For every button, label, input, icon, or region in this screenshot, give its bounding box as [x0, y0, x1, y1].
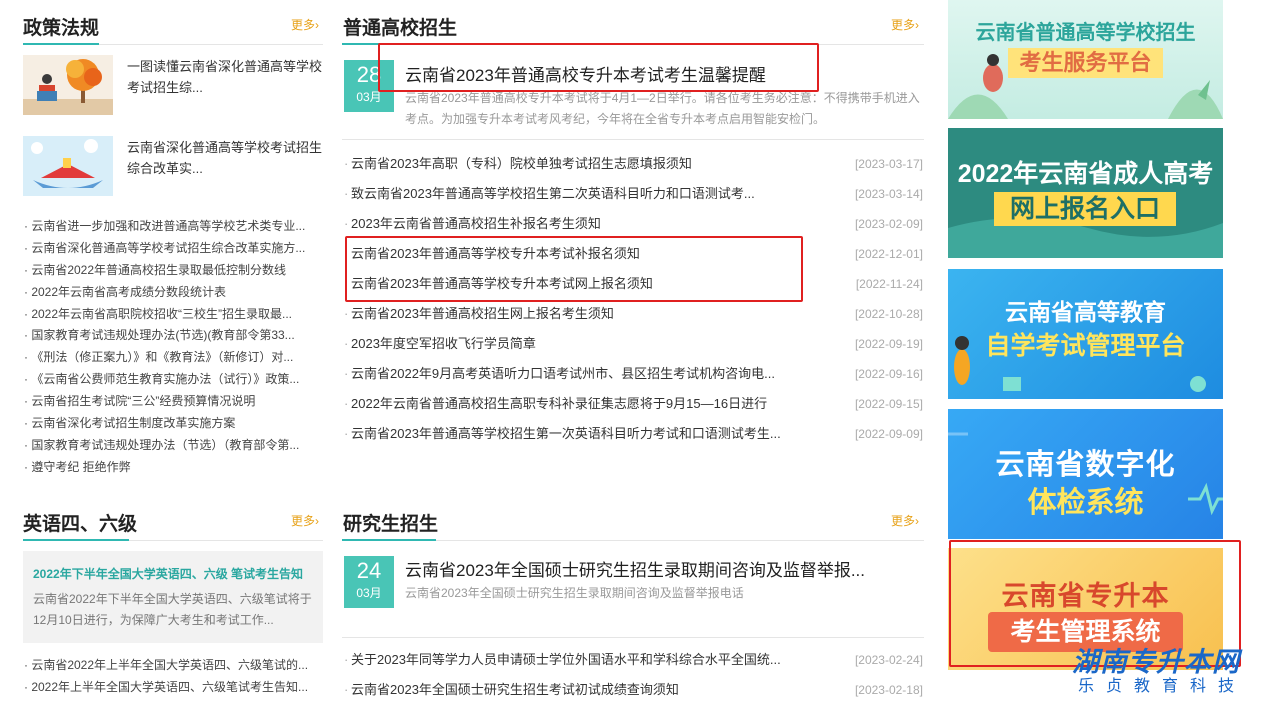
news-title[interactable]: 云南省2023年全国硕士研究生招生考试初试成绩查询须知 [351, 675, 679, 705]
news-title[interactable]: 云南省2023年普通高等学校招生第一次英语科目听力考试和口语测试考生... [351, 419, 781, 449]
banner-adult-exam[interactable]: 2022年云南省成人高考 网上报名入口 [948, 128, 1223, 258]
list-item[interactable]: · 国家教育考试违规处理办法(节选)(教育部令第33... [24, 325, 314, 347]
list-item[interactable]: · 2022年云南省高职院校招收“三校生”招生录取最... [24, 304, 314, 326]
news-title[interactable]: 2022年云南省普通高校招生高职专科补录征集志愿将于9月15—16日进行 [351, 389, 767, 419]
news-row[interactable]: · 2023年度空军招收飞行学员简章 [2022-09-19] [342, 329, 924, 359]
banner-line2: 考生服务平台 [1008, 48, 1163, 78]
banner-line1: 云南省数字化 [995, 449, 1176, 481]
list-item[interactable]: · 2022年上半年全国大学英语四、六级笔试考生告知... [24, 677, 314, 699]
top-news-headline[interactable]: 云南省2023年全国硕士研究生招生录取期间咨询及监督举报... [405, 556, 865, 581]
policy-section-title: 政策法规 [23, 18, 100, 39]
news-title[interactable]: 2023年云南省普通高校招生补报名考生须知 [351, 209, 601, 239]
feature-thumbnail[interactable] [23, 55, 113, 115]
news-date: [2022-11-24] [855, 277, 923, 291]
divider [342, 637, 924, 638]
news-row[interactable]: · 云南省2023年普通高等学校招生第一次英语科目听力考试和口语测试考生... [2… [342, 419, 924, 449]
card-summary: 云南省2022年下半年全国大学英语四、六级笔试将于12月10日进行，为保障广大考… [33, 592, 312, 627]
banner-line2: 网上报名入口 [994, 192, 1176, 226]
graduate-more-link[interactable]: 更多› [891, 512, 919, 529]
watermark-subtitle: 乐贞教育科技 [1074, 676, 1259, 700]
policy-list: · 云南省进一步加强和改进普通高等学校艺术类专业... · 云南省深化普通高等学… [24, 216, 314, 479]
news-title[interactable]: 云南省2023年普通高校招生网上报名考生须知 [351, 299, 614, 329]
banner-line1: 云南省高等教育 [1005, 299, 1166, 325]
feature-link[interactable]: 一图读懂云南省深化普通高等学校考试招生综... [127, 56, 327, 98]
banner-line1: 2022年云南省成人高考 [957, 160, 1214, 188]
news-date: [2022-09-16] [854, 367, 923, 381]
list-item[interactable]: · 云南省深化普通高等学校考试招生综合改革实施方... [24, 238, 314, 260]
accent-bar [342, 539, 436, 541]
news-date: [2023-02-24] [854, 653, 923, 667]
news-row[interactable]: · 2022年云南省普通高校招生高职专科补录征集志愿将于9月15—16日进行 [20… [342, 389, 924, 419]
english-more-link[interactable]: 更多› [291, 512, 319, 529]
list-item[interactable]: · 2022年云南省高考成绩分数段统计表 [24, 282, 314, 304]
news-title[interactable]: 2023年度空军招收飞行学员简章 [351, 329, 536, 359]
list-item[interactable]: · 云南省进一步加强和改进普通高等学校艺术类专业... [24, 216, 314, 238]
list-item[interactable]: · 遵守考纪 拒绝作弊 [24, 457, 314, 479]
accent-bar [23, 43, 99, 45]
admission-section-title: 普通高校招生 [343, 18, 458, 39]
news-row[interactable]: · 云南省2023年全国硕士研究生招生考试初试成绩查询须知 [2023-02-18] [342, 675, 924, 705]
news-title[interactable]: 云南省2022年9月高考英语听力口语考试州市、县区招生考试机构咨询电... [351, 359, 775, 389]
feature-link[interactable]: 云南省深化普通高等学校考试招生综合改革实... [127, 137, 327, 179]
news-date: [2023-02-18] [854, 683, 923, 697]
news-date: [2023-02-09] [854, 217, 923, 231]
banner-line2: 体检系统 [1027, 487, 1144, 519]
news-title[interactable]: 云南省2023年高职（专科）院校单独考试招生志愿填报须知 [351, 149, 692, 179]
accent-bar [23, 539, 129, 541]
list-item[interactable]: · 云南省招生考试院“三公”经费预算情况说明 [24, 391, 314, 413]
feature-thumbnail[interactable] [23, 136, 113, 196]
list-item[interactable]: · 《刑法（修正案九）》和《教育法》（新修订）对... [24, 347, 314, 369]
news-row[interactable]: · 致云南省2023年普通高等学校招生第二次英语科目听力和口语测试考... [202… [342, 179, 924, 209]
policy-more-link[interactable]: 更多› [291, 16, 319, 33]
banner-health-check[interactable]: 云南省数字化 体检系统 [948, 409, 1223, 539]
list-item[interactable]: · 云南省2022年上半年全国大学英语四、六级笔试的... [24, 655, 314, 677]
date-month: 03月 [356, 586, 382, 600]
date-day: 24 [356, 558, 382, 583]
banner-line1: 云南省普通高等学校招生 [975, 22, 1196, 44]
news-title[interactable]: 关于2023年同等学力人员申请硕士学位外国语水平和学科综合水平全国统... [351, 645, 781, 675]
banner-self-study[interactable]: 云南省高等教育 自学考试管理平台 [948, 269, 1223, 399]
tree-illustration-icon [23, 59, 113, 115]
news-date: [2022-09-15] [854, 397, 923, 411]
english-section-title: 英语四、六级 [23, 514, 138, 535]
english-list: · 云南省2022年上半年全国大学英语四、六级笔试的... · 2022年上半年… [24, 655, 314, 699]
banner-line2: 自学考试管理平台 [985, 332, 1186, 360]
news-row[interactable]: · 云南省2022年9月高考英语听力口语考试州市、县区招生考试机构咨询电... [2… [342, 359, 924, 389]
english-feature-card[interactable]: 2022年下半年全国大学英语四、六级 笔试考生告知 云南省2022年下半年全国大… [23, 551, 323, 643]
news-title[interactable]: 致云南省2023年普通高等学校招生第二次英语科目听力和口语测试考... [351, 179, 755, 209]
list-item[interactable]: · 国家教育考试违规处理办法（节选）（教育部令第... [24, 435, 314, 457]
graduate-news-list: · 关于2023年同等学力人员申请硕士学位外国语水平和学科综合水平全国统... [2… [342, 645, 924, 705]
news-date: [2023-03-17] [854, 157, 923, 171]
news-date: [2022-09-19] [854, 337, 923, 351]
highlight-box [345, 236, 803, 302]
top-news-summary: 云南省2023年普通高校专升本考试将于4月1—2日举行。请各位考生务必注意：不得… [405, 91, 920, 126]
list-item[interactable]: · 云南省2022年普通高校招生录取最低控制分数线 [24, 260, 314, 282]
graduate-section-title: 研究生招生 [343, 514, 439, 535]
card-title[interactable]: 2022年下半年全国大学英语四、六级 笔试考生告知 [33, 565, 303, 582]
news-date: [2022-12-01] [854, 247, 923, 261]
date-month: 03月 [356, 90, 382, 104]
news-row[interactable]: · 关于2023年同等学力人员申请硕士学位外国语水平和学科综合水平全国统... [2… [342, 645, 924, 675]
list-item[interactable]: · 云南省深化考试招生制度改革实施方案 [24, 413, 314, 435]
date-badge: 24 03月 [344, 556, 394, 608]
banner-exam-service[interactable]: 云南省普通高等学校招生 考生服务平台 [948, 0, 1223, 119]
news-date: [2023-03-14] [854, 187, 923, 201]
news-date: [2022-10-28] [854, 307, 923, 321]
news-row[interactable]: · 2023年云南省普通高校招生补报名考生须知 [2023-02-09] [342, 209, 924, 239]
boat-illustration-icon [31, 139, 103, 188]
list-item[interactable]: · 《云南省公费师范生教育实施办法（试行）》政策... [24, 369, 314, 391]
top-news-summary: 云南省2023年全国硕士研究生招生录取期间咨询及监督举报电话 [405, 586, 744, 600]
news-date: [2022-09-09] [854, 427, 923, 441]
news-row[interactable]: · 云南省2023年普通高校招生网上报名考生须知 [2022-10-28] [342, 299, 924, 329]
highlight-box [378, 43, 819, 92]
admission-more-link[interactable]: 更多› [891, 16, 919, 33]
news-row[interactable]: · 云南省2023年高职（专科）院校单独考试招生志愿填报须知 [2023-03-17… [342, 149, 924, 179]
watermark-title: 湖南专升本网 [1072, 647, 1240, 677]
divider [342, 139, 924, 140]
